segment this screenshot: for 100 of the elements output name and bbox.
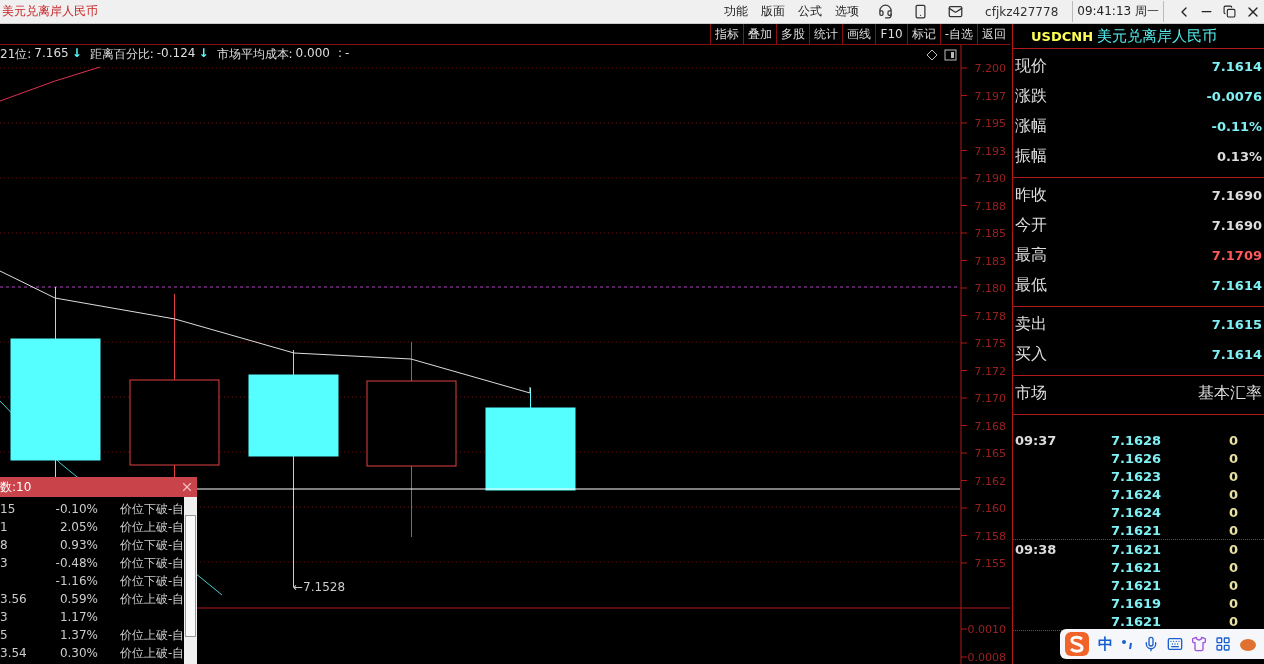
quote-value: 7.1690: [1211, 187, 1262, 203]
axis-label: 7.185: [974, 227, 1006, 240]
tick-volume: 0: [1227, 541, 1239, 557]
quote-label: 昨收: [1015, 184, 1047, 206]
quote-label: 最高: [1015, 244, 1047, 266]
table-cell: 2.05%: [59, 520, 98, 534]
tick-time: 09:38: [1014, 541, 1057, 557]
quote-value: 7.1614: [1211, 277, 1262, 293]
tick-price: 7.1624: [1111, 486, 1163, 502]
quote-value: 7.1709: [1211, 247, 1262, 263]
table-cell: 8: [0, 538, 8, 552]
table-cell: 价位下破-自: [120, 500, 185, 518]
tick-price: 7.1626: [1111, 450, 1163, 466]
headset-icon[interactable]: [878, 4, 894, 19]
quote-label: 最低: [1015, 274, 1047, 296]
tick-price: 7.1621: [1111, 577, 1163, 593]
logo-icon[interactable]: [1064, 631, 1090, 657]
input-mode[interactable]: 中: [1098, 634, 1113, 654]
indicator-value: 0.000: [295, 46, 330, 62]
table-cell: 价位上破-自: [120, 626, 185, 644]
table-cell: 3: [0, 556, 8, 570]
clock: 09:41:13 周一: [1072, 1, 1164, 22]
quote-value: 7.1614: [1211, 58, 1262, 74]
axis-label: 7.158: [974, 529, 1006, 543]
axis-label: 0.0008: [967, 651, 1006, 664]
table-cell: 1.17%: [59, 610, 98, 624]
axis-label: 7.160: [974, 502, 1006, 515]
tick-volume: 0: [1227, 577, 1239, 593]
shirt-icon[interactable]: [1191, 636, 1207, 652]
axis-label: 7.197: [974, 89, 1006, 103]
tick-volume: 0: [1227, 486, 1239, 502]
axis-label: 0.0010: [967, 623, 1006, 636]
quote-value: 7.1690: [1211, 217, 1262, 233]
window-title: 美元兑离岸人民币: [1, 3, 98, 20]
tick-price: 7.1624: [1111, 504, 1163, 520]
table-cell: 1: [0, 520, 8, 534]
axis-label: 7.168: [974, 419, 1006, 433]
grid-icon[interactable]: [1215, 636, 1231, 652]
table-cell: -0.48%: [55, 556, 98, 570]
microphone-icon[interactable]: [1143, 636, 1159, 652]
tick-volume: 0: [1227, 559, 1239, 575]
axis-label: 7.188: [974, 199, 1006, 213]
quote-value: -0.0076: [1206, 88, 1262, 104]
phone-icon[interactable]: [913, 4, 929, 19]
mail-icon[interactable]: [948, 4, 964, 19]
table-cell: -1.16%: [55, 574, 98, 588]
quote-value: 基本汇率: [1198, 382, 1262, 404]
symbol-name: 美元兑离岸人民币: [1097, 26, 1217, 46]
menu-item[interactable]: 选项: [835, 3, 860, 20]
quote-label: 卖出: [1015, 313, 1047, 335]
indicator-label: 距离百分比:: [89, 46, 154, 63]
quote-value: 7.1615: [1211, 316, 1262, 332]
quote-label: 涨跌: [1015, 85, 1047, 107]
indicator-value: 7.165: [34, 46, 69, 62]
table-cell: 1.37%: [59, 628, 98, 642]
menu-item[interactable]: 公式: [798, 3, 823, 20]
tick-volume: 0: [1227, 432, 1239, 448]
scrollbar[interactable]: [184, 497, 197, 664]
tick-price: 7.1621: [1111, 613, 1163, 629]
axis-label: 7.190: [974, 172, 1006, 185]
low-marker: ←7.1528: [293, 580, 346, 594]
menu-item[interactable]: 功能: [724, 3, 749, 20]
axis-label: 7.200: [974, 62, 1006, 75]
keyboard-icon[interactable]: [1167, 636, 1183, 652]
tick-volume: 0: [1227, 595, 1239, 611]
indicator-label: 21位:: [0, 46, 32, 63]
tick-price: 7.1619: [1111, 595, 1163, 611]
quote-label: 市场: [1015, 382, 1047, 404]
tick-price: 7.1621: [1111, 541, 1163, 557]
tick-price: 7.1621: [1111, 522, 1163, 538]
table-cell: 15: [0, 502, 16, 516]
table-cell: 0.30%: [59, 646, 98, 660]
panel-toggle-icon[interactable]: [944, 49, 957, 61]
indicator-value: -: [345, 46, 350, 62]
table-cell: 5: [0, 628, 8, 642]
quote-value: -0.11%: [1211, 118, 1262, 134]
tick-price: 7.1621: [1111, 559, 1163, 575]
indicator-value: -0.124: [156, 46, 196, 62]
table-cell: 价位下破-自: [120, 572, 185, 590]
quote-label: 振幅: [1015, 145, 1047, 167]
tick-price: 7.1623: [1111, 468, 1163, 484]
axis-label: 7.162: [974, 474, 1006, 488]
table-cell: 3.56: [0, 592, 27, 606]
quote-label: 现价: [1015, 55, 1047, 77]
axis-label: 7.195: [974, 117, 1006, 130]
arrow-text: ↓: [71, 46, 82, 62]
axis-label: 7.178: [974, 309, 1006, 323]
arrow-text: ↓: [198, 46, 209, 62]
quote-label: 今开: [1015, 214, 1047, 236]
tick-volume: 0: [1227, 522, 1239, 538]
tick-price: 7.1628: [1111, 432, 1163, 448]
menu-item[interactable]: 版面: [761, 3, 786, 20]
tick-volume: 0: [1227, 468, 1239, 484]
table-cell: 0.59%: [59, 592, 98, 606]
table-cell: -0.10%: [55, 502, 98, 516]
indicator-label: :: [337, 46, 342, 62]
punctuation-icon[interactable]: [1121, 638, 1135, 650]
table-cell: 3: [0, 610, 8, 624]
tick-time: 09:37: [1014, 432, 1057, 448]
diamond-icon[interactable]: [926, 49, 938, 61]
